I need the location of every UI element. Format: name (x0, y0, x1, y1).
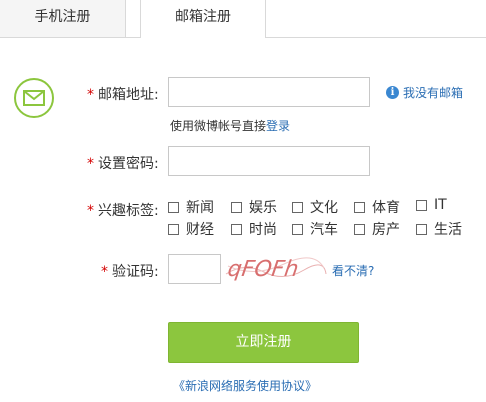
registration-tabs: 手机注册 邮箱注册 (0, 0, 486, 38)
captcha-label: * 验证码: (101, 264, 159, 280)
checkbox[interactable] (354, 223, 365, 235)
no-email-link[interactable]: i 我没有邮箱 (386, 84, 463, 101)
interest-checkbox-it[interactable]: IT (416, 197, 447, 213)
email-input[interactable] (168, 77, 370, 107)
captcha-text: qFOFh (226, 256, 300, 282)
checkbox[interactable] (231, 223, 242, 235)
checkbox[interactable] (168, 223, 179, 235)
checkbox[interactable] (231, 201, 242, 213)
email-label: * 邮箱地址: (87, 87, 159, 103)
interest-checkbox-life[interactable]: 生活 (416, 219, 462, 239)
interest-checkbox-culture[interactable]: 文化 (292, 197, 338, 217)
checkbox[interactable] (292, 223, 303, 235)
mail-icon (14, 78, 54, 118)
info-icon: i (386, 86, 399, 99)
checkbox[interactable] (416, 199, 427, 211)
weibo-login-hint: 使用微博帐号直接登录 (170, 119, 291, 133)
interest-checkbox-entertainment[interactable]: 娱乐 (231, 197, 277, 217)
checkbox[interactable] (168, 201, 179, 213)
checkbox[interactable] (354, 201, 365, 213)
service-agreement-link[interactable]: 《新浪网络服务使用协议》 (173, 377, 317, 394)
captcha-input[interactable] (168, 254, 221, 284)
required-mark: * (87, 156, 94, 172)
interest-checkbox-finance[interactable]: 财经 (168, 219, 214, 239)
required-mark: * (101, 264, 108, 280)
interest-checkbox-realestate[interactable]: 房产 (354, 219, 400, 239)
tab-email-register[interactable]: 邮箱注册 (140, 0, 266, 38)
required-mark: * (87, 203, 94, 219)
refresh-captcha-link[interactable]: 看不清? (332, 262, 374, 279)
interests-label: * 兴趣标签: (87, 203, 159, 219)
tab-phone-register[interactable]: 手机注册 (0, 0, 126, 37)
interest-checkbox-auto[interactable]: 汽车 (292, 219, 338, 239)
weibo-login-link[interactable]: 登录 (266, 119, 290, 133)
interest-checkbox-news[interactable]: 新闻 (168, 197, 214, 217)
checkbox[interactable] (416, 223, 427, 235)
captcha-image[interactable]: qFOFh (224, 254, 328, 284)
password-input[interactable] (168, 146, 370, 176)
checkbox[interactable] (292, 201, 303, 213)
interest-checkbox-fashion[interactable]: 时尚 (231, 219, 277, 239)
interest-checkbox-sports[interactable]: 体育 (354, 197, 400, 217)
password-label: * 设置密码: (87, 156, 159, 172)
required-mark: * (87, 87, 94, 103)
register-button[interactable]: 立即注册 (168, 322, 359, 363)
